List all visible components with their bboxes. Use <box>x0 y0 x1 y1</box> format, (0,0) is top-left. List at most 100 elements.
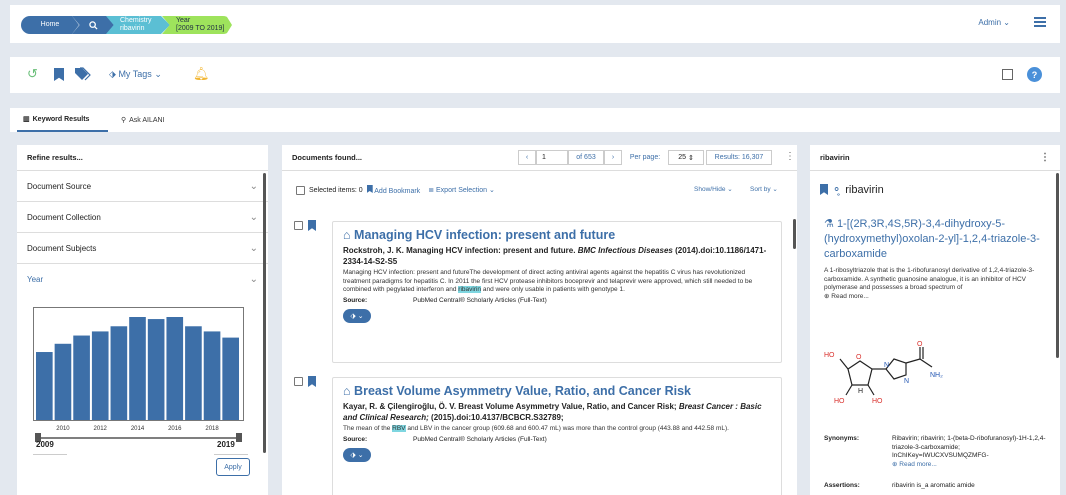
struct-label-nh2: NH₂ <box>930 372 943 379</box>
year-bar-2010[interactable] <box>54 343 72 420</box>
bookmark-icon[interactable] <box>54 68 64 81</box>
year-bar-2014[interactable] <box>129 317 146 420</box>
tab-ask-ailani[interactable]: ⚲ Ask AILANI <box>115 108 171 132</box>
scholar-icon: ⌂ <box>343 228 351 242</box>
breadcrumb-home[interactable]: Home <box>21 16 79 34</box>
document-title[interactable]: ⌂ Breast Volume Asymmetry Value, Ratio, … <box>343 384 771 398</box>
apply-button[interactable]: Apply <box>216 458 250 476</box>
more-vertical-icon[interactable]: ⋮ <box>1040 152 1050 163</box>
breadcrumb-year[interactable]: Year [2009 TO 2019] <box>162 16 232 34</box>
tag-button[interactable]: ⬗ ⌄ <box>343 309 371 324</box>
admin-menu[interactable]: Admin ⌄ <box>978 18 1010 27</box>
scrollbar[interactable] <box>263 173 266 453</box>
refine-panel: Refine results... Document Source ⌄ Docum… <box>17 145 268 495</box>
year-bar-2019[interactable] <box>222 337 239 420</box>
bookmark-icon[interactable] <box>308 376 316 387</box>
scrollbar[interactable] <box>793 219 796 249</box>
breadcrumb-chemistry[interactable]: Chemistry ribavirin <box>106 16 170 34</box>
source-label: Source: <box>343 435 368 443</box>
bell-icon[interactable]: 🔔︎ <box>193 66 210 82</box>
document-title[interactable]: ⌂ Managing HCV infection: present and fu… <box>343 228 771 242</box>
read-more-link[interactable]: ⊕ Read more... <box>824 293 1049 302</box>
bar-chart-icon: ▥ <box>23 116 30 123</box>
read-more-label: Read more... <box>831 293 869 301</box>
facet-document-source[interactable]: Document Source ⌄ <box>17 171 268 202</box>
year-bar-2011[interactable] <box>73 335 90 420</box>
tags-icon[interactable] <box>74 67 92 81</box>
chevron-down-icon: ⌄ <box>154 69 162 79</box>
facet-label: Document Subjects <box>27 243 97 253</box>
help-icon[interactable]: ? <box>1027 67 1042 82</box>
top-bar: Home Chemistry ribavirin Year [2009 TO 201… <box>10 5 1060 43</box>
struct-label-n: N <box>884 362 889 369</box>
struct-label-ho-2: HO <box>834 398 845 405</box>
highlight-term: RBV <box>392 425 406 432</box>
bookmark-icon[interactable] <box>308 220 316 231</box>
entity-iupac: ⚗ 1-[(2R,3R,4S,5R)-3,4-dihydroxy-5-(hydr… <box>824 217 1049 262</box>
chemical-structure: HO O HO HO H N N O NH₂ <box>824 341 943 405</box>
per-page-select[interactable]: 25 ⇕ <box>668 150 704 165</box>
select-all-checkbox[interactable] <box>296 185 305 195</box>
tab-keyword-results[interactable]: ▥ Keyword Results <box>17 108 108 132</box>
tag-icon: ⬗ ⌄ <box>350 451 364 459</box>
citation-doi: (2015).doi:10.4137/BCBCR.S32789; <box>431 413 564 422</box>
layout-toggle-icon[interactable] <box>1002 69 1013 80</box>
entity-description: A 1-ribosyltriazole that is the 1-ribofu… <box>824 267 1035 292</box>
sort-by-dropdown[interactable]: Sort by ⌄ <box>750 185 778 193</box>
tag-icon: ⬗ ⌄ <box>350 313 364 321</box>
synonyms-label: Synonyms: <box>824 435 860 442</box>
document-source: Source: PubMed Central® Scholarly Article… <box>343 297 771 304</box>
facet-label: Year <box>27 275 44 284</box>
year-from-input[interactable]: 2009 <box>33 440 67 455</box>
year-bar-2009[interactable] <box>36 352 53 420</box>
doc-checkbox[interactable] <box>294 221 303 230</box>
highlight-term: ribavirin <box>458 286 482 294</box>
year-histogram[interactable]: 2010 2012 2014 2016 2018 <box>33 307 248 442</box>
chevron-down-icon: ⌄ <box>249 274 258 285</box>
chevron-down-icon: ⌄ <box>249 211 258 223</box>
tag-button[interactable]: ⬗ ⌄ <box>343 447 371 462</box>
synonyms-value: Ribavirin; ribavirin; 1-(beta-D-ribofura… <box>892 435 1050 470</box>
facet-document-collection[interactable]: Document Collection ⌄ <box>17 202 268 233</box>
scrollbar[interactable] <box>1056 173 1059 358</box>
doc-checkbox[interactable] <box>294 377 303 386</box>
facet-year[interactable]: Year ⌄ <box>17 264 268 295</box>
read-more-label: Read more... <box>899 461 937 469</box>
source-value: PubMed Central® Scholarly Articles (Full… <box>413 297 547 305</box>
document-title-text: Managing HCV infection: present and futu… <box>354 228 616 242</box>
assertions-label: Assertions: <box>824 482 860 489</box>
read-more-link[interactable]: ⊕ Read more... <box>892 461 1050 470</box>
bookmark-icon[interactable] <box>820 184 828 195</box>
source-label: Source: <box>343 297 368 305</box>
facet-document-subjects[interactable]: Document Subjects ⌄ <box>17 233 268 264</box>
year-bar-2017[interactable] <box>185 326 202 420</box>
prev-page-button[interactable]: ‹ <box>518 150 536 165</box>
page-input[interactable]: 1 <box>536 150 568 165</box>
tick-label-2014: 2014 <box>131 426 145 432</box>
year-bar-2013[interactable] <box>110 326 128 420</box>
year-bar-2018[interactable] <box>203 331 221 420</box>
my-tags-dropdown[interactable]: ⬗ My Tags ⌄ <box>109 69 162 80</box>
breadcrumb-year-label: Year <box>176 17 191 24</box>
add-bookmark-button[interactable]: Add Bookmark <box>366 185 420 195</box>
more-vertical-icon[interactable]: ⋮ <box>785 151 795 162</box>
entity-name-row: ⚬̥ ribavirin <box>820 183 884 196</box>
entity-details: ⚗ 1-[(2R,3R,4S,5R)-3,4-dihydroxy-5-(hydr… <box>824 217 1049 302</box>
assertions-value: ribavirin is_a aromatic amide <box>892 482 975 489</box>
show-hide-dropdown[interactable]: Show/Hide ⌄ <box>694 185 733 193</box>
next-page-button[interactable]: › <box>604 150 622 165</box>
abstract-text: and LBV in the cancer group (609.68 and … <box>407 425 729 432</box>
entity-iupac-text: 1-[(2R,3R,4S,5R)-3,4-dihydroxy-5-(hydrox… <box>824 218 1040 260</box>
year-bar-2015[interactable] <box>147 319 165 420</box>
year-bar-2012[interactable] <box>91 331 109 420</box>
history-icon[interactable]: ↺ <box>27 67 38 81</box>
citation-text: Kayar, R. & Çilengiroğlu, Ö. V. Breast V… <box>343 402 677 411</box>
year-to-input[interactable]: 2019 <box>214 440 248 455</box>
hamburger-menu-icon[interactable] <box>1034 17 1046 27</box>
export-selection-button[interactable]: ≣ Export Selection ⌄ <box>428 186 495 194</box>
struct-label-h: H <box>858 388 863 395</box>
breadcrumb-chemistry-label: Chemistry <box>120 17 152 24</box>
year-bar-2016[interactable] <box>166 317 184 420</box>
document-source: Source: PubMed Central® Scholarly Article… <box>343 436 771 443</box>
document-card: ⌂ Managing HCV infection: present and fu… <box>332 221 782 363</box>
